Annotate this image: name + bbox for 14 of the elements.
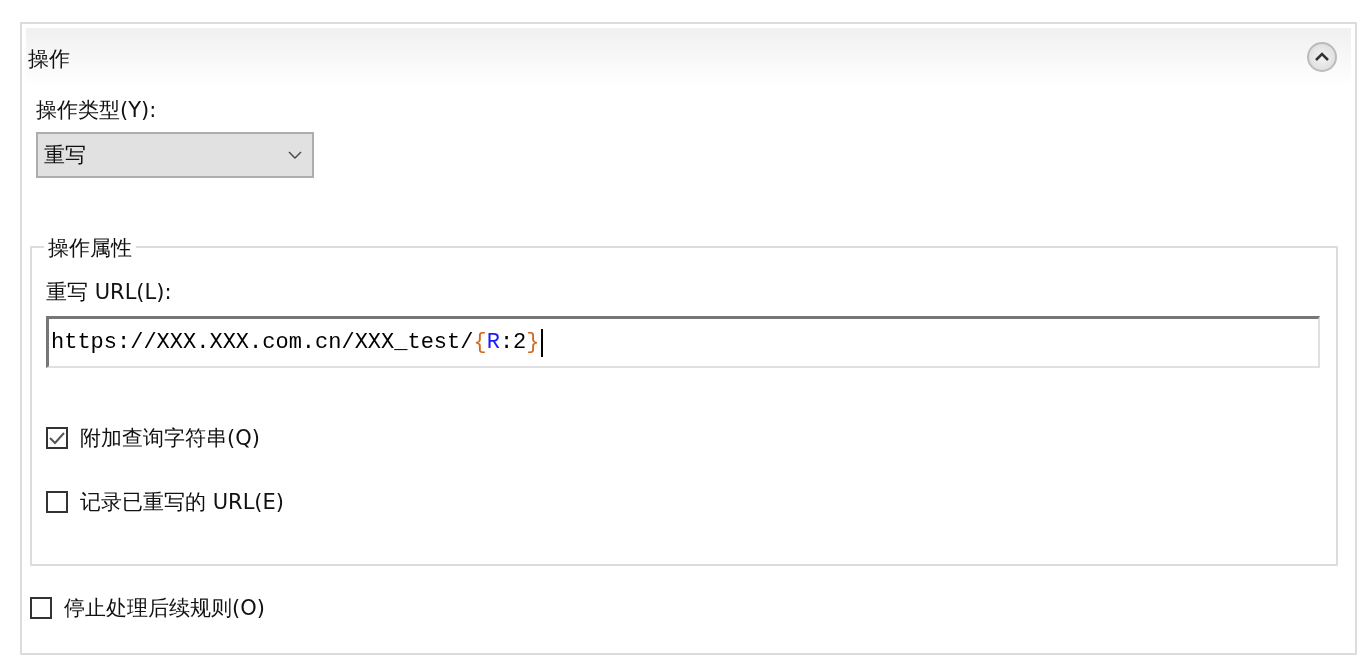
checkbox[interactable]: [30, 597, 52, 619]
action-type-dropdown[interactable]: 重写: [36, 132, 314, 178]
checkbox-label: 记录已重写的 URL(E): [80, 489, 284, 516]
checkbox-label: 停止处理后续规则(O): [64, 595, 265, 622]
caret-icon: [288, 151, 302, 159]
action-type-label: 操作类型(Y):: [36, 97, 157, 124]
url-input-field[interactable]: https://XXX.XXX.com.cn/XXX_test/{R:2}: [46, 316, 1320, 368]
checkbox[interactable]: [46, 491, 68, 513]
section-title: 操作: [28, 46, 70, 73]
checkbox-label: 附加查询字符串(Q): [80, 425, 260, 452]
collapse-button[interactable]: [1307, 42, 1337, 72]
checkbox[interactable]: [46, 427, 68, 449]
chevron-icon: [1313, 51, 1331, 63]
url-label: 重写 URL(L):: [46, 279, 173, 306]
